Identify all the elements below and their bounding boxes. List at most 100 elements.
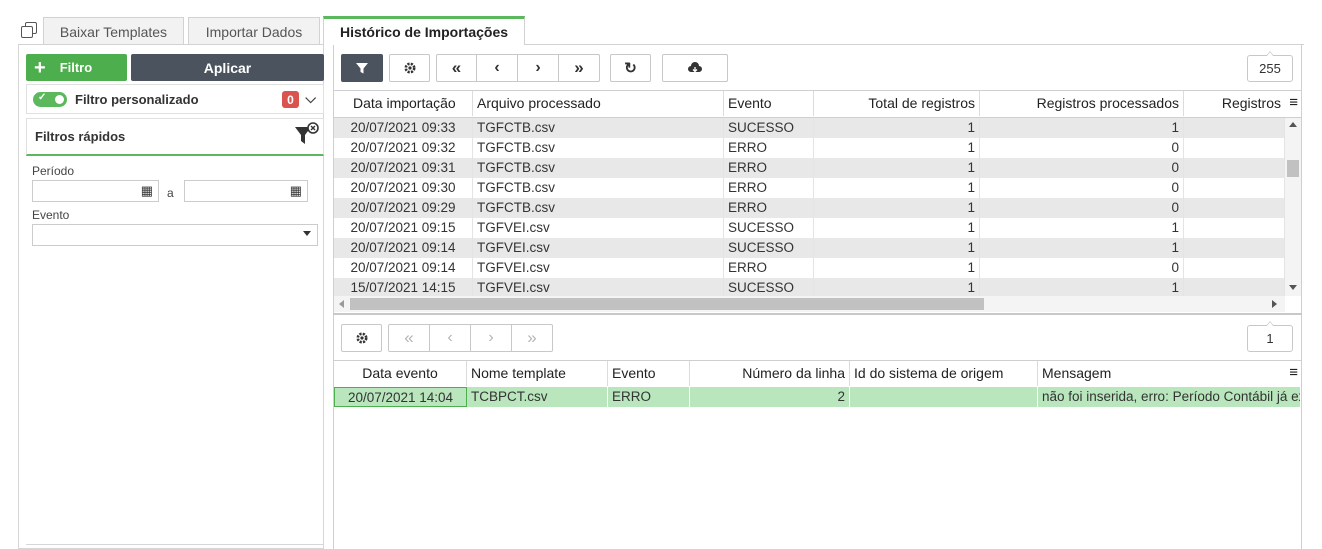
period-start-field[interactable]: ▦ xyxy=(32,180,159,202)
chevron-left-icon: ‹ xyxy=(494,59,500,76)
cell-total: 1 xyxy=(814,258,980,278)
apply-button[interactable]: Aplicar xyxy=(131,54,324,81)
cell-evento: SUCESSO xyxy=(724,118,814,138)
cell-nome-template: TCBPCT.csv xyxy=(467,387,608,407)
calendar-icon[interactable]: ▦ xyxy=(290,183,302,199)
next-page-button[interactable]: › xyxy=(517,54,559,82)
table-row[interactable]: 20/07/2021 09:31 TGFCTB.csv ERRO 1 0 xyxy=(334,158,1285,178)
tab-importar-dados[interactable]: Importar Dados xyxy=(188,17,320,45)
scroll-thumb[interactable] xyxy=(1287,160,1299,177)
scroll-right-icon[interactable] xyxy=(1272,300,1277,308)
cell-evento: ERRO xyxy=(724,198,814,218)
gear-icon xyxy=(404,62,415,74)
cell-arquivo: TGFVEI.csv xyxy=(473,238,724,258)
col-id-sistema-origem[interactable]: Id do sistema de origem xyxy=(850,361,1038,386)
first-page-button[interactable]: « xyxy=(436,54,477,82)
cell-evento: SUCESSO xyxy=(724,278,814,298)
cell-data-importacao: 20/07/2021 09:31 xyxy=(334,158,473,178)
table-row[interactable]: 20/07/2021 09:14 TGFVEI.csv SUCESSO 1 1 xyxy=(334,238,1285,258)
col-mensagem[interactable]: Mensagem xyxy=(1038,361,1285,386)
table-row[interactable]: 15/07/2021 14:15 TGFVEI.csv SUCESSO 1 1 xyxy=(334,278,1285,298)
cell-arquivo: TGFCTB.csv xyxy=(473,118,724,138)
custom-filter-row[interactable]: ✓ Filtro personalizado 0 ⌵ xyxy=(26,84,324,114)
scroll-thumb[interactable] xyxy=(350,298,984,310)
col-registros-processados[interactable]: Registros processados xyxy=(980,91,1184,116)
detail-last-page-button[interactable]: » xyxy=(511,324,553,352)
column-menu-icon[interactable]: ≡ xyxy=(1289,364,1298,381)
cell-evento: SUCESSO xyxy=(724,238,814,258)
custom-filter-label: Filtro personalizado xyxy=(75,91,199,107)
cell-data-importacao: 20/07/2021 09:33 xyxy=(334,118,473,138)
cell-processados: 1 xyxy=(980,238,1184,258)
chevron-right-icon: › xyxy=(488,329,494,346)
tab-baixar-templates[interactable]: Baixar Templates xyxy=(43,17,184,45)
cell-arquivo: TGFCTB.csv xyxy=(473,198,724,218)
cell-data-importacao: 20/07/2021 09:14 xyxy=(334,258,473,278)
detail-next-page-button[interactable]: › xyxy=(470,324,512,352)
col-data-evento[interactable]: Data evento xyxy=(334,361,467,386)
top-grid-body: 20/07/2021 09:33 TGFCTB.csv SUCESSO 1 1 20/07… xyxy=(334,118,1285,298)
cell-registros xyxy=(1184,278,1285,298)
filter-toggle-button[interactable] xyxy=(341,54,383,82)
table-row[interactable]: 20/07/2021 09:33 TGFCTB.csv SUCESSO 1 1 xyxy=(334,118,1285,138)
refresh-button[interactable]: ↻ xyxy=(610,54,651,82)
table-row[interactable]: 20/07/2021 14:04 TCBPCT.csv ERRO 2 não foi i… xyxy=(334,387,1301,407)
cell-data-importacao: 20/07/2021 09:30 xyxy=(334,178,473,198)
window-restore-icon[interactable] xyxy=(21,22,37,38)
custom-filter-toggle[interactable]: ✓ xyxy=(33,91,67,107)
download-button[interactable] xyxy=(662,54,728,82)
cell-registros xyxy=(1184,238,1285,258)
period-end-field[interactable]: ▦ xyxy=(184,180,308,202)
chevron-down-icon[interactable]: ⌵ xyxy=(305,90,316,107)
scroll-up-icon[interactable] xyxy=(1289,122,1297,127)
col-nome-template[interactable]: Nome template xyxy=(467,361,608,386)
last-page-button[interactable]: » xyxy=(558,54,600,82)
cell-arquivo: TGFVEI.csv xyxy=(473,218,724,238)
cell-processados: 0 xyxy=(980,258,1184,278)
bottom-grid-header: Data evento Nome template Evento Número … xyxy=(334,360,1301,388)
col-numero-linha[interactable]: Número da linha xyxy=(690,361,850,386)
cell-registros xyxy=(1184,218,1285,238)
table-row[interactable]: 20/07/2021 09:32 TGFCTB.csv ERRO 1 0 xyxy=(334,138,1285,158)
cell-evento: ERRO xyxy=(608,387,690,407)
detail-settings-button[interactable] xyxy=(341,324,382,352)
scroll-down-icon[interactable] xyxy=(1289,285,1297,290)
prev-page-button[interactable]: ‹ xyxy=(476,54,518,82)
scroll-left-icon[interactable] xyxy=(339,300,344,308)
table-row[interactable]: 20/07/2021 09:14 TGFVEI.csv ERRO 1 0 xyxy=(334,258,1285,278)
table-row[interactable]: 20/07/2021 09:15 TGFVEI.csv SUCESSO 1 1 xyxy=(334,218,1285,238)
cell-total: 1 xyxy=(814,178,980,198)
detail-first-page-button[interactable]: « xyxy=(388,324,430,352)
settings-button[interactable] xyxy=(389,54,430,82)
refresh-icon: ↻ xyxy=(624,60,637,77)
clear-filter-icon[interactable] xyxy=(293,122,319,148)
vertical-scrollbar[interactable] xyxy=(1285,118,1301,296)
cell-arquivo: TGFCTB.csv xyxy=(473,138,724,158)
table-row[interactable]: 20/07/2021 09:30 TGFCTB.csv ERRO 1 0 xyxy=(334,178,1285,198)
horizontal-scrollbar[interactable] xyxy=(334,296,1285,312)
event-label: Evento xyxy=(32,208,70,222)
cell-processados: 0 xyxy=(980,158,1184,178)
cell-registros xyxy=(1184,138,1285,158)
grid-splitter[interactable] xyxy=(333,313,1302,315)
add-filter-button[interactable]: + Filtro xyxy=(26,54,127,81)
table-row[interactable]: 20/07/2021 09:29 TGFCTB.csv ERRO 1 0 xyxy=(334,198,1285,218)
cell-evento: ERRO xyxy=(724,158,814,178)
tab-historico-importacoes[interactable]: Histórico de Importações xyxy=(323,16,525,45)
col-data-importacao[interactable]: Data importação xyxy=(349,91,473,116)
col-total-registros[interactable]: Total de registros xyxy=(814,91,980,116)
column-menu-icon[interactable]: ≡ xyxy=(1289,94,1298,111)
detail-prev-page-button[interactable]: ‹ xyxy=(429,324,471,352)
col-evento-detalhe[interactable]: Evento xyxy=(608,361,690,386)
cell-processados: 1 xyxy=(980,218,1184,238)
col-evento[interactable]: Evento xyxy=(724,91,814,116)
top-grid-header: Data importação Arquivo processado Event… xyxy=(334,90,1301,118)
col-arquivo-processado[interactable]: Arquivo processado xyxy=(473,91,724,116)
cell-total: 1 xyxy=(814,158,980,178)
add-filter-label: Filtro xyxy=(59,60,93,75)
custom-filter-count-badge: 0 xyxy=(282,91,299,108)
col-registros[interactable]: Registros xyxy=(1184,91,1285,116)
cell-evento: ERRO xyxy=(724,138,814,158)
event-select[interactable] xyxy=(32,224,318,246)
calendar-icon[interactable]: ▦ xyxy=(141,183,153,199)
